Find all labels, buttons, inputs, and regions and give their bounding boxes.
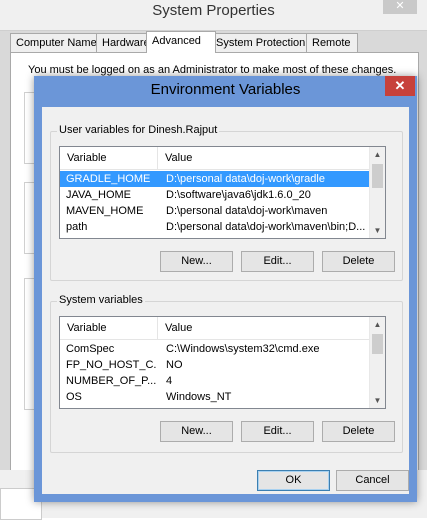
system-properties-close-icon[interactable]: ✕ [383, 0, 417, 14]
system-variable-value: 4 [166, 375, 173, 387]
system-properties-title: System Properties [152, 2, 275, 19]
tab-remote[interactable]: Remote [306, 33, 358, 52]
user-variable-value: D:\personal data\doj-work\maven\bin;D... [166, 221, 366, 233]
scroll-up-icon[interactable]: ▲ [370, 147, 385, 162]
dialog-title: Environment Variables [150, 81, 301, 98]
user-delete-button[interactable]: Delete [322, 251, 395, 272]
user-variable-name: GRADLE_HOME [66, 173, 151, 185]
system-variable-column-header[interactable]: Variable [60, 317, 158, 339]
user-variable-row[interactable]: JAVA_HOME D:\software\java6\jdk1.6.0_20 [60, 187, 370, 203]
tab-computer-name[interactable]: Computer Name [10, 33, 108, 52]
user-variable-row[interactable]: GRADLE_HOME D:\personal data\doj-work\gr… [60, 171, 370, 187]
user-new-button[interactable]: New... [160, 251, 233, 272]
system-variable-value: NO [166, 359, 183, 371]
scroll-down-icon[interactable]: ▼ [370, 393, 385, 408]
system-variable-name: ComSpec [66, 343, 115, 355]
user-list-header: Variable Value [60, 147, 370, 170]
user-list-scrollbar[interactable]: ▲ ▼ [369, 147, 385, 238]
system-list-scrollbar[interactable]: ▲ ▼ [369, 317, 385, 408]
user-variable-name: MAVEN_HOME [66, 205, 144, 217]
tab-system-protection[interactable]: System Protection [210, 33, 316, 52]
user-variable-value: D:\software\java6\jdk1.6.0_20 [166, 189, 311, 201]
system-variable-name: NUMBER_OF_P... [66, 375, 156, 387]
ok-button[interactable]: OK [257, 470, 330, 491]
scroll-down-icon[interactable]: ▼ [370, 223, 385, 238]
dialog-client-area: User variables for Dinesh.Rajput Variabl… [42, 107, 409, 494]
system-variable-name: OS [66, 391, 82, 403]
user-variables-label: User variables for Dinesh.Rajput [57, 124, 220, 136]
system-variables-label: System variables [57, 294, 145, 306]
system-variables-group: System variables Variable Value ComSpec … [50, 294, 403, 453]
user-variables-list[interactable]: Variable Value GRADLE_HOME D:\personal d… [59, 146, 386, 239]
scroll-thumb[interactable] [372, 164, 383, 188]
system-variable-value: C:\Windows\system32\cmd.exe [166, 343, 320, 355]
system-variable-row[interactable]: NUMBER_OF_P... 4 [60, 373, 370, 389]
user-variable-column-header[interactable]: Variable [60, 147, 158, 169]
user-variable-row[interactable]: MAVEN_HOME D:\personal data\doj-work\mav… [60, 203, 370, 219]
tab-advanced[interactable]: Advanced [146, 31, 216, 53]
user-edit-button[interactable]: Edit... [241, 251, 314, 272]
scroll-thumb[interactable] [372, 334, 383, 354]
system-variable-value: Windows_NT [166, 391, 232, 403]
user-variable-value: D:\personal data\doj-work\gradle [166, 173, 325, 185]
system-list-header: Variable Value [60, 317, 370, 340]
scroll-up-icon[interactable]: ▲ [370, 317, 385, 332]
system-edit-button[interactable]: Edit... [241, 421, 314, 442]
system-variable-row[interactable]: ComSpec C:\Windows\system32\cmd.exe [60, 341, 370, 357]
user-variables-group: User variables for Dinesh.Rajput Variabl… [50, 124, 403, 281]
cancel-button[interactable]: Cancel [336, 470, 409, 491]
system-variable-row[interactable]: OS Windows_NT [60, 389, 370, 405]
system-variables-list[interactable]: Variable Value ComSpec C:\Windows\system… [59, 316, 386, 409]
system-delete-button[interactable]: Delete [322, 421, 395, 442]
environment-variables-dialog: Environment Variables ✕ User variables f… [34, 76, 417, 502]
user-variable-row[interactable]: path D:\personal data\doj-work\maven\bin… [60, 219, 370, 235]
user-variable-name: path [66, 221, 88, 233]
system-variable-name: FP_NO_HOST_C... [66, 359, 156, 371]
user-variable-value: D:\personal data\doj-work\maven [166, 205, 328, 217]
system-value-column-header[interactable]: Value [158, 317, 367, 339]
admin-notice: You must be logged on as an Administrato… [28, 64, 397, 76]
system-variable-row[interactable]: FP_NO_HOST_C... NO [60, 357, 370, 373]
close-icon[interactable]: ✕ [385, 76, 415, 96]
user-value-column-header[interactable]: Value [158, 147, 367, 169]
user-variable-name: JAVA_HOME [66, 189, 131, 201]
system-properties-titlebar: System Properties ✕ [0, 0, 427, 31]
system-new-button[interactable]: New... [160, 421, 233, 442]
environment-variables-titlebar[interactable]: Environment Variables ✕ [34, 76, 417, 102]
